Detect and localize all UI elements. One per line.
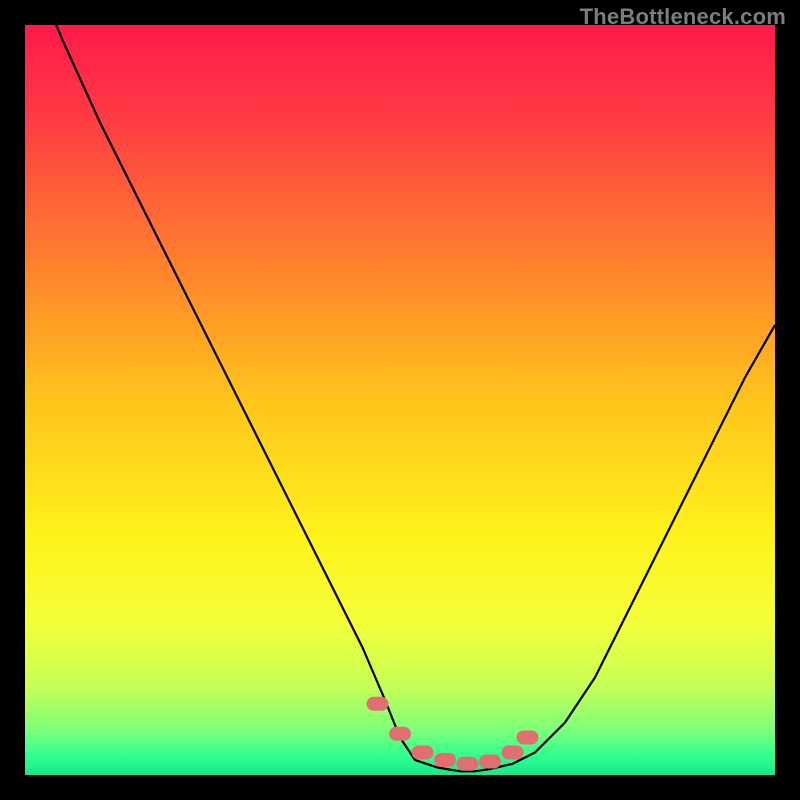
plot-area bbox=[25, 25, 775, 775]
chart-stage: TheBottleneck.com bbox=[0, 0, 800, 800]
marker-dot bbox=[479, 755, 501, 769]
marker-dot bbox=[517, 731, 539, 745]
marker-dot bbox=[457, 757, 479, 771]
marker-dot bbox=[502, 746, 524, 760]
bottleneck-chart-svg bbox=[25, 25, 775, 775]
marker-dot bbox=[389, 727, 411, 741]
marker-dot bbox=[367, 697, 389, 711]
marker-dot bbox=[434, 753, 456, 767]
gradient-background bbox=[25, 25, 775, 775]
marker-dot bbox=[412, 746, 434, 760]
